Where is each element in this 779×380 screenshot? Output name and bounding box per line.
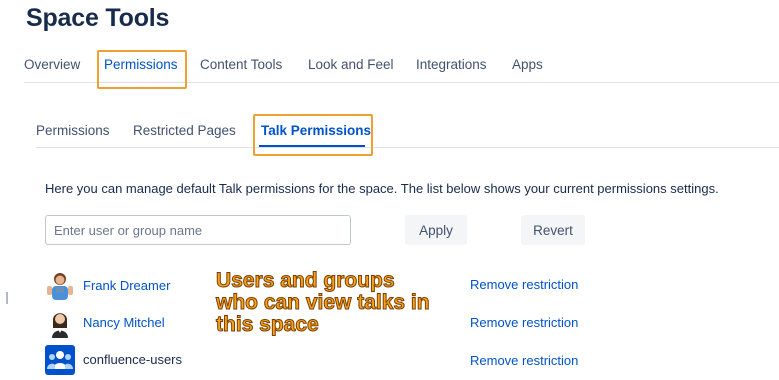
subtab-restricted-pages[interactable]: Restricted Pages	[133, 123, 236, 138]
tab-integrations[interactable]: Integrations	[416, 57, 487, 72]
group-icon	[45, 345, 75, 375]
page-title: Space Tools	[26, 4, 170, 32]
talk-permissions-highlight	[253, 114, 373, 156]
resize-handle[interactable]	[6, 292, 8, 304]
callout-line: this space	[216, 313, 320, 336]
tab-apps[interactable]: Apps	[512, 57, 543, 72]
remove-restriction-link[interactable]: Remove restriction	[470, 315, 578, 330]
user-name-nancy[interactable]: Nancy Mitchel	[83, 315, 165, 330]
tab-overview[interactable]: Overview	[24, 57, 80, 72]
callout-line: Users and groups	[216, 269, 396, 292]
permissions-tab-highlight	[97, 50, 187, 89]
user-avatar-icon	[47, 273, 73, 300]
user-group-search-input[interactable]	[45, 215, 351, 245]
sub-tabs-divider	[36, 147, 779, 148]
callout-line: who can view talks in	[216, 291, 431, 314]
remove-restriction-link[interactable]: Remove restriction	[470, 353, 578, 368]
remove-restriction-link[interactable]: Remove restriction	[470, 277, 578, 292]
group-name-confluence-users: confluence-users	[83, 352, 182, 367]
permissions-description: Here you can manage default Talk permiss…	[45, 181, 719, 196]
tab-look-and-feel[interactable]: Look and Feel	[308, 57, 394, 72]
subtab-permissions[interactable]: Permissions	[36, 123, 110, 138]
apply-button[interactable]: Apply	[405, 215, 467, 245]
user-avatar-icon	[52, 313, 68, 338]
user-name-frank[interactable]: Frank Dreamer	[83, 278, 170, 293]
tab-content-tools[interactable]: Content Tools	[200, 57, 282, 72]
revert-button[interactable]: Revert	[521, 215, 585, 245]
callout-annotation: Users and groups who can view talks in t…	[216, 269, 431, 336]
